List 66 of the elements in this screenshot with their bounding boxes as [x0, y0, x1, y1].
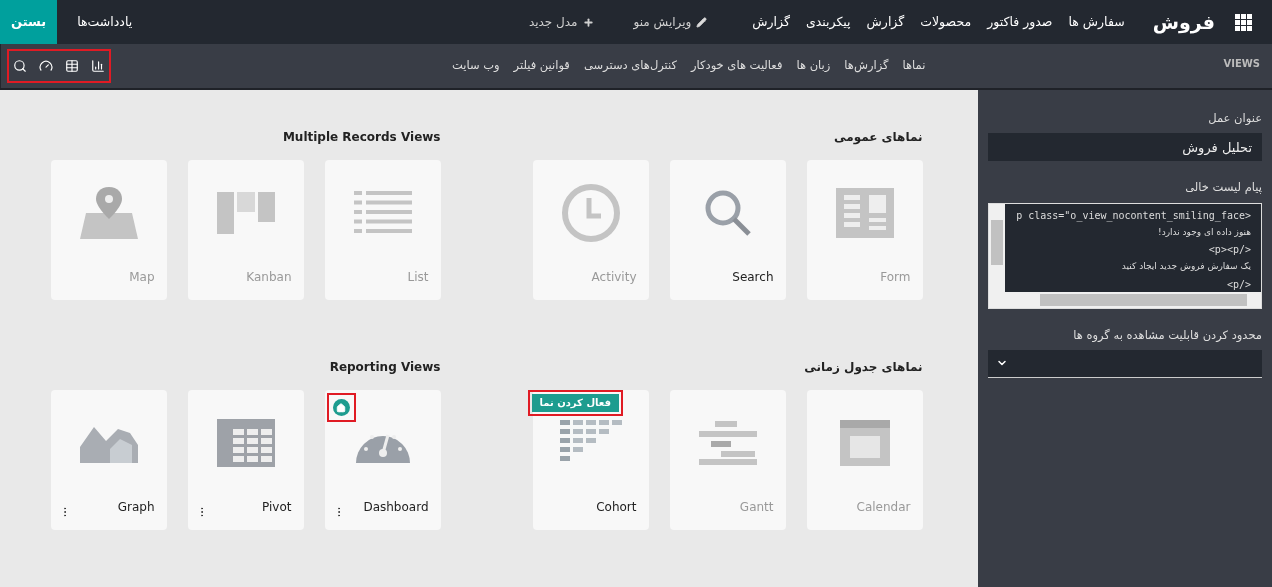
section-heading: Multiple Records Views	[281, 129, 441, 146]
view-label: Pivot	[262, 499, 292, 516]
view-card[interactable]: Graph	[50, 390, 167, 530]
code-line: <p><p/>	[1208, 243, 1251, 257]
calendar-icon	[839, 420, 890, 466]
code-line: یک سفارش فروش جدید ایجاد کنید	[1121, 260, 1251, 273]
bar-chart-icon[interactable]	[91, 59, 105, 73]
select-field[interactable]	[988, 349, 1262, 378]
views-heading: VIEWS	[1223, 57, 1260, 71]
gauge-icon[interactable]	[39, 59, 53, 73]
map-pin-icon	[79, 187, 138, 239]
section-heading: نماهای عمومی	[833, 129, 923, 146]
view-card[interactable]: Pivot	[187, 390, 304, 530]
apps-grid-icon[interactable]	[1235, 13, 1252, 31]
view-label: Kanban	[246, 269, 292, 286]
horizontal-scrollbar[interactable]	[989, 291, 1261, 308]
pivot-table-icon	[216, 419, 275, 467]
studio-tab[interactable]: نماها	[902, 57, 926, 75]
text-field[interactable]: تحلیل فروش	[988, 133, 1262, 162]
code-line: هنوز داده ای وجود ندارد!	[1158, 225, 1251, 239]
table-icon[interactable]	[65, 59, 79, 73]
view-label: Form	[880, 269, 911, 286]
studio-tab[interactable]: گزارش‌ها	[844, 57, 889, 75]
view-card[interactable]: Dashboard	[324, 390, 441, 530]
field-label: پیام لیست خالی	[1184, 179, 1262, 197]
menu-link[interactable]: صدور فاکتور	[987, 12, 1053, 32]
view-label: Dashboard	[363, 499, 429, 516]
section-heading: Reporting Views	[328, 359, 441, 376]
plus-icon	[582, 16, 594, 28]
list-view-icon	[353, 191, 412, 235]
view-card[interactable]: Search	[669, 160, 786, 300]
studio-tab[interactable]: زبان ها	[796, 57, 831, 75]
menu-link[interactable]: پیکربندی	[805, 12, 851, 32]
field-label: محدود کردن قابلیت مشاهده به گروه ها	[1072, 326, 1262, 344]
view-label: Map	[129, 269, 155, 286]
menu-action-link[interactable]: مدل جدید	[528, 13, 594, 31]
code-line: <p/>	[1226, 277, 1251, 292]
studio-tab[interactable]: کنترل‌های دسترسی	[583, 57, 677, 75]
menu-link[interactable]: گزارش	[752, 12, 790, 32]
view-label: Cohort	[596, 499, 637, 516]
search-icon[interactable]	[13, 59, 27, 73]
app-title[interactable]: فروش	[1152, 7, 1215, 37]
view-label: List	[407, 269, 429, 286]
code-line: p class="o_view_nocontent_smiling_face>	[1016, 208, 1251, 223]
menu-link[interactable]: محصولات	[920, 12, 972, 32]
view-label: Search	[732, 269, 774, 286]
notes-link[interactable]: یادداشت‌ها	[57, 12, 153, 32]
default-view-badge	[332, 399, 350, 416]
view-label: Gantt	[739, 499, 774, 516]
view-label: Graph	[117, 499, 155, 516]
field-label: عنوان عمل	[1207, 110, 1262, 127]
studio-tab[interactable]: وب سایت	[451, 57, 500, 75]
menu-link[interactable]: گزارش	[866, 12, 905, 32]
studio-tab[interactable]: قوانین فیلتر	[513, 57, 570, 75]
view-label: Activity	[591, 269, 637, 286]
clock-icon	[560, 183, 621, 243]
kanban-board-icon	[216, 192, 275, 234]
menu-action-link[interactable]: ویرایش منو	[633, 13, 708, 31]
pencil-icon	[696, 16, 708, 28]
studio-tab[interactable]: فعالیت های خودکار	[691, 57, 783, 75]
vertical-scrollbar[interactable]	[989, 203, 1005, 292]
gantt-chart-icon	[698, 421, 757, 465]
menu-link[interactable]: سفارش ها	[1068, 12, 1125, 32]
section-heading: نماهای جدول زمانی	[803, 359, 923, 376]
form-view-icon	[835, 188, 894, 238]
view-label: Calendar	[856, 499, 911, 516]
